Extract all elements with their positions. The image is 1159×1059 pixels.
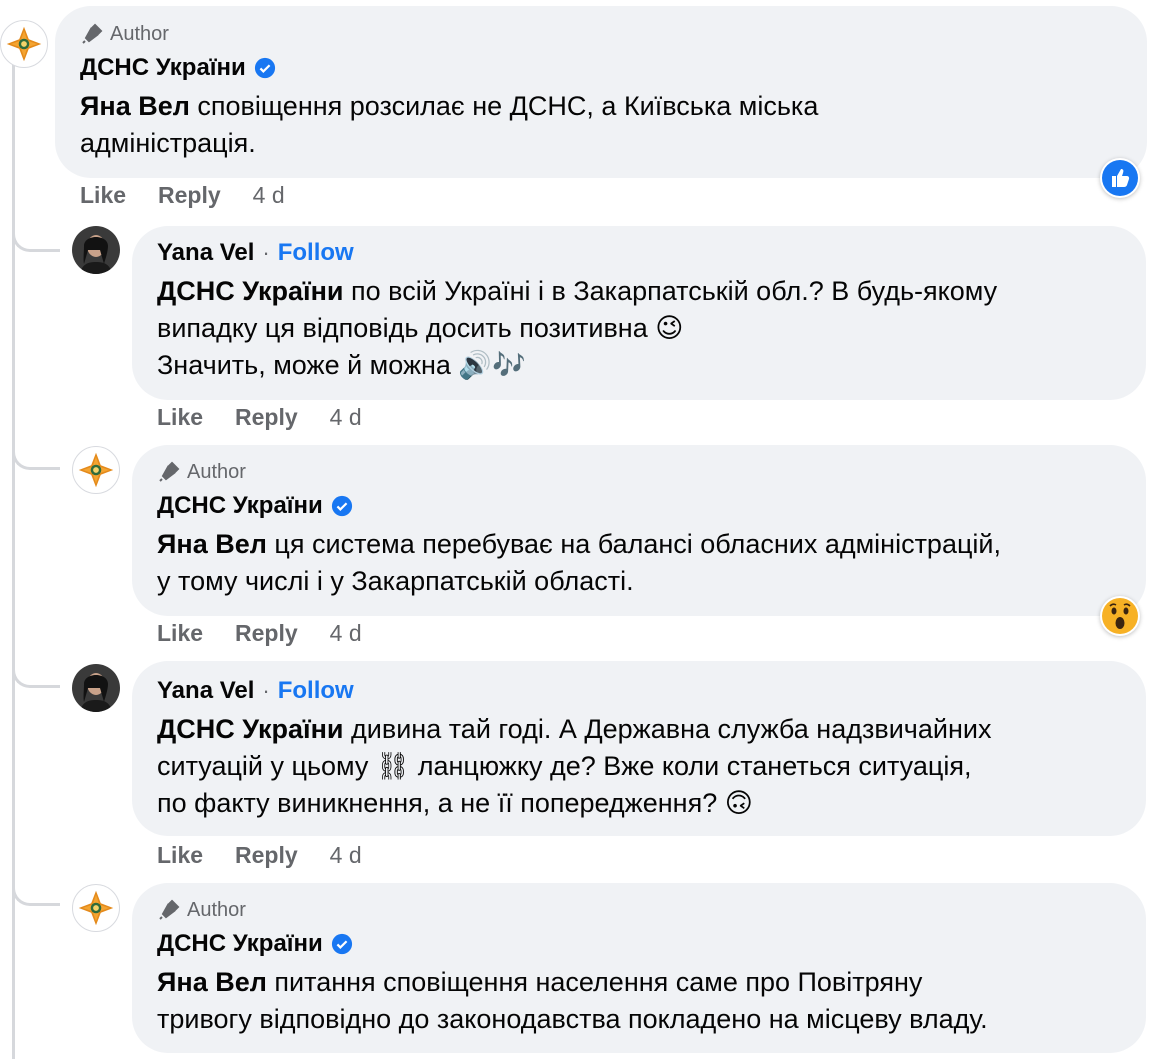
- wow-reaction-icon[interactable]: [1100, 596, 1140, 636]
- author-badge: Author: [157, 898, 246, 922]
- comment-line: по всій Україні і в Закарпатській обл.? …: [351, 276, 998, 306]
- commenter-name[interactable]: ДСНС України: [157, 930, 323, 958]
- comment-actions: Like Reply 4 d: [80, 182, 285, 209]
- like-button[interactable]: Like: [80, 182, 126, 209]
- commenter-name-row: ДСНС України: [157, 930, 353, 958]
- microphone-icon: [159, 461, 180, 482]
- commenter-name-row: Yana Vel · Follow: [157, 677, 354, 705]
- mention-link[interactable]: ДСНС України: [157, 714, 344, 744]
- thread-line: [12, 60, 15, 1059]
- comment-actions: Like Reply 4 d: [157, 842, 362, 869]
- comment-line: сповіщення розсилає не ДСНС, а Київська …: [197, 91, 819, 121]
- comment-line: адміністрація.: [80, 128, 256, 158]
- commenter-name-row: ДСНС України: [80, 54, 276, 82]
- dsns-emblem-icon: [78, 452, 114, 488]
- mention-link[interactable]: Яна Вел: [157, 967, 267, 997]
- mention-link[interactable]: Яна Вел: [157, 529, 267, 559]
- comment-line: питання сповіщення населення саме про По…: [274, 967, 923, 997]
- commenter-name[interactable]: Yana Vel: [157, 677, 254, 705]
- commenter-name[interactable]: ДСНС України: [80, 54, 246, 82]
- comment-line: по факту виникнення, а не її попередженн…: [157, 788, 753, 818]
- reply-button[interactable]: Reply: [235, 404, 298, 431]
- like-reaction-icon[interactable]: [1100, 158, 1140, 198]
- user-photo: [72, 226, 120, 274]
- reply-button[interactable]: Reply: [158, 182, 221, 209]
- author-label: Author: [187, 898, 246, 921]
- microphone-icon: [159, 899, 180, 920]
- comment-text: Яна Вел питання сповіщення населення сам…: [157, 964, 988, 1038]
- follow-button[interactable]: Follow: [278, 677, 354, 705]
- dsns-avatar[interactable]: [72, 884, 120, 932]
- thread-branch: [12, 440, 60, 470]
- mention-link[interactable]: ДСНС України: [157, 276, 344, 306]
- comment-text: Яна Вел ця система перебуває на балансі …: [157, 526, 1001, 600]
- thread-branch: [12, 222, 60, 252]
- author-badge: Author: [80, 22, 169, 46]
- like-button[interactable]: Like: [157, 842, 203, 869]
- dsns-avatar[interactable]: [0, 20, 48, 68]
- microphone-icon: [82, 23, 103, 44]
- comment-actions: Like Reply 4 d: [157, 404, 362, 431]
- verified-badge-icon: [331, 933, 352, 955]
- separator-dot: ·: [262, 240, 270, 265]
- comment-line: Значить, може й можна 🔊🎶: [157, 350, 526, 380]
- author-label: Author: [110, 22, 169, 45]
- author-label: Author: [187, 460, 246, 483]
- verified-badge-icon: [254, 57, 275, 79]
- comment-line: ситуацій у цьому ⛓ ланцюжку де? Вже коли…: [157, 751, 972, 781]
- timestamp[interactable]: 4 d: [253, 182, 285, 209]
- comment-line: дивина тай годі. А Державна служба надзв…: [351, 714, 992, 744]
- dsns-emblem-icon: [6, 26, 42, 62]
- timestamp[interactable]: 4 d: [330, 842, 362, 869]
- reply-button[interactable]: Reply: [235, 620, 298, 647]
- comment-text: Яна Вел сповіщення розсилає не ДСНС, а К…: [80, 88, 818, 162]
- separator-dot: ·: [262, 678, 270, 703]
- timestamp[interactable]: 4 d: [330, 404, 362, 431]
- thread-branch: [12, 658, 60, 688]
- verified-badge-icon: [331, 495, 352, 517]
- commenter-name[interactable]: ДСНС України: [157, 492, 323, 520]
- reply-button[interactable]: Reply: [235, 842, 298, 869]
- comment-text: ДСНС України по всій Україні і в Закарпа…: [157, 273, 997, 384]
- like-button[interactable]: Like: [157, 404, 203, 431]
- commenter-name[interactable]: Yana Vel: [157, 239, 254, 267]
- dsns-avatar[interactable]: [72, 446, 120, 494]
- like-button[interactable]: Like: [157, 620, 203, 647]
- comment-line: випадку ця відповідь досить позитивна 😉: [157, 313, 684, 343]
- commenter-name-row: Yana Vel · Follow: [157, 239, 354, 267]
- user-avatar[interactable]: [72, 226, 120, 274]
- author-badge: Author: [157, 460, 246, 484]
- comment-line: ця система перебуває на балансі обласних…: [274, 529, 1002, 559]
- timestamp[interactable]: 4 d: [330, 620, 362, 647]
- user-avatar[interactable]: [72, 664, 120, 712]
- dsns-emblem-icon: [78, 890, 114, 926]
- comment-line: тривогу відповідно до законодавства покл…: [157, 1004, 988, 1034]
- follow-button[interactable]: Follow: [278, 239, 354, 267]
- comment-text: ДСНС України дивина тай годі. А Державна…: [157, 711, 991, 822]
- user-photo: [72, 664, 120, 712]
- commenter-name-row: ДСНС України: [157, 492, 353, 520]
- thread-branch: [12, 876, 60, 906]
- comment-actions: Like Reply 4 d: [157, 620, 362, 647]
- comment-line: у тому числі і у Закарпатській області.: [157, 566, 634, 596]
- mention-link[interactable]: Яна Вел: [80, 91, 190, 121]
